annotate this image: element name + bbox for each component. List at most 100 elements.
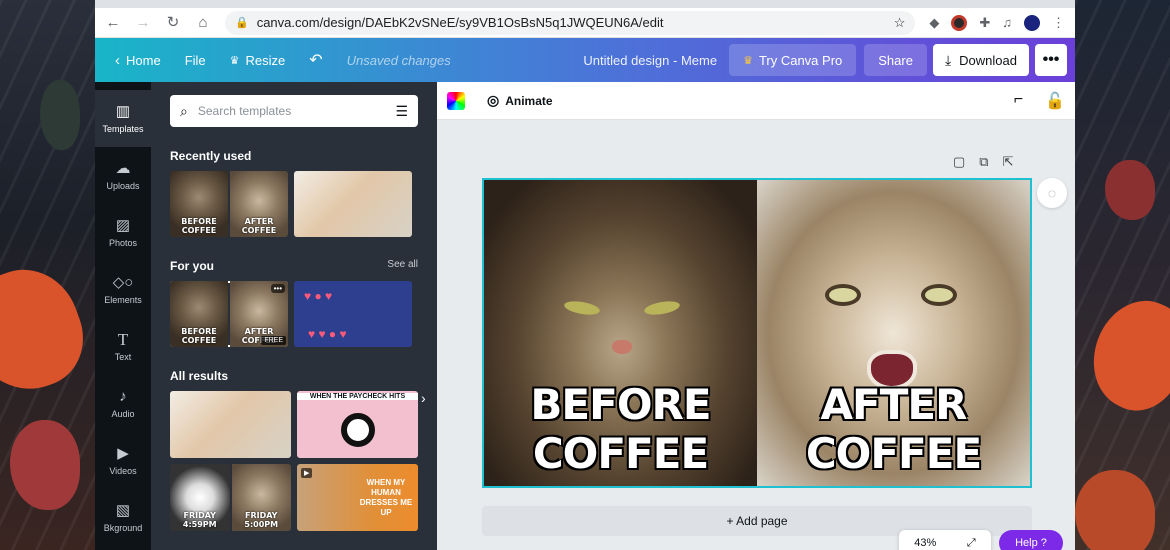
add-note-icon[interactable]: ▢ — [953, 154, 965, 170]
paint-roller-icon[interactable]: ⌐ — [1014, 91, 1023, 111]
background-art-right — [1075, 0, 1170, 550]
file-menu[interactable]: File — [173, 44, 218, 76]
caption-after-coffee[interactable]: AFTER COFFEE — [757, 380, 1030, 478]
download-button[interactable]: ⤓ Download — [932, 44, 1029, 76]
after-coffee-image[interactable]: AFTER COFFEE — [757, 180, 1030, 486]
template-thumb-paycheck[interactable]: WHEN THE PAYCHECK HITS — [297, 391, 418, 458]
all-results-heading: All results — [170, 369, 418, 383]
profile-avatar[interactable] — [1024, 14, 1040, 31]
rail-label: Photos — [108, 237, 138, 248]
rail-label: Bkground — [103, 522, 143, 533]
share-page-icon[interactable]: ⇱ — [1003, 154, 1014, 170]
extension-layers-icon[interactable]: ◆ — [929, 15, 939, 31]
chevron-left-icon: ‹ — [115, 51, 120, 69]
home-label: Home — [126, 52, 161, 68]
text-icon: T — [117, 329, 129, 349]
search-templates-input[interactable]: ⌕ Search templates ☰ — [170, 95, 418, 127]
recently-used-label: Recently used — [170, 149, 252, 163]
editor-toolbar: ◎ Animate ⌐ 🔓 — [437, 82, 1075, 120]
rail-background[interactable]: ▧ Bkground — [95, 489, 151, 546]
unsaved-status: Unsaved changes — [346, 52, 451, 68]
for-you-heading: For you See all — [170, 259, 418, 273]
template-thumb-harold[interactable] — [294, 171, 412, 237]
template-thumb-harold-result[interactable] — [170, 391, 291, 458]
media-icon[interactable]: ♫ — [1002, 15, 1012, 30]
photos-icon: ▨ — [115, 216, 131, 234]
workspace: ▥ Templates ☁ Uploads ▨ Photos ◇○ Elemen… — [95, 82, 1075, 550]
comment-icon: ◌ — [1047, 185, 1057, 201]
help-button[interactable]: Help ? — [999, 530, 1063, 550]
fullscreen-icon[interactable]: ⤢ — [967, 537, 976, 550]
caption-before-coffee[interactable]: BEFORE COFFEE — [484, 380, 757, 478]
rail-label: Uploads — [106, 180, 140, 191]
home-button[interactable]: ‹ Home — [103, 44, 173, 76]
extensions-puzzle-icon[interactable]: ✚ — [979, 15, 990, 31]
paycheck-caption: WHEN THE PAYCHECK HITS — [297, 393, 418, 400]
lock-icon: 🔒 — [235, 17, 249, 29]
rail-templates[interactable]: ▥ Templates — [95, 90, 151, 147]
thumb-caption: BEFORE COFFEE — [181, 327, 217, 345]
zoom-control[interactable]: 43% ⤢ — [899, 530, 991, 550]
rail-uploads[interactable]: ☁ Uploads — [95, 147, 151, 204]
videos-icon: ▶ — [117, 444, 129, 462]
heart-decoration: ♥ ♥ ● ♥ — [308, 327, 347, 341]
resize-button[interactable]: ♛ Resize — [218, 44, 298, 76]
address-bar: ← → ↻ ⌂ 🔒 canva.com/design/DAEbK2vSNeE/s… — [95, 8, 1075, 38]
extensions: ◆ ✚ ♫ ⋮ — [929, 14, 1065, 31]
rail-photos[interactable]: ▨ Photos — [95, 204, 151, 261]
animate-button[interactable]: ◎ Animate — [487, 92, 553, 109]
url-field[interactable]: 🔒 canva.com/design/DAEbK2vSNeE/sy9VB1OsB… — [225, 10, 916, 35]
duplicate-page-icon[interactable]: ⧉ — [979, 154, 988, 170]
thumb-caption: FRIDAY 5:00PM — [244, 511, 279, 529]
see-all-link[interactable]: See all — [387, 259, 418, 273]
free-badge: FREE — [261, 336, 286, 345]
page-tools: ▢ ⧉ ⇱ — [953, 154, 1014, 170]
undo-button[interactable]: ↶ — [297, 44, 334, 76]
rail-videos[interactable]: ▶ Videos — [95, 432, 151, 489]
cat-eye — [643, 298, 681, 318]
try-canva-pro-button[interactable]: ♛ Try Canva Pro — [729, 44, 857, 76]
template-thumb-hearts[interactable]: ♥ ● ♥ ♥ ♥ ● ♥ — [294, 281, 412, 347]
share-button[interactable]: Share — [864, 44, 927, 76]
home-icon[interactable]: ⌂ — [195, 14, 211, 31]
browser-menu-icon[interactable]: ⋮ — [1052, 15, 1065, 31]
search-icon: ⌕ — [180, 102, 188, 119]
template-thumb-coffee-meme[interactable]: BEFORE COFFEE AFTER COFFEE — [170, 171, 288, 237]
add-comment-button[interactable]: ◌ — [1037, 178, 1067, 208]
template-thumb-friday-cats[interactable]: FRIDAY 4:59PM FRIDAY 5:00PM — [170, 464, 291, 531]
upload-icon: ☁ — [115, 159, 131, 177]
color-picker-icon[interactable] — [447, 91, 465, 110]
reload-icon[interactable]: ↻ — [165, 14, 181, 31]
bookmark-star-icon[interactable]: ☆ — [894, 15, 906, 31]
recently-used-list: BEFORE COFFEE AFTER COFFEE — [170, 171, 437, 237]
before-coffee-image[interactable]: BEFORE COFFEE — [484, 180, 757, 486]
audio-icon: ♪ — [119, 387, 127, 405]
thumb-caption: BEFORE COFFEE — [181, 217, 217, 235]
browser-window: ← → ↻ ⌂ 🔒 canva.com/design/DAEbK2vSNeE/s… — [95, 0, 1075, 550]
undo-icon: ↶ — [309, 52, 323, 69]
download-icon: ⤓ — [944, 51, 952, 68]
forward-icon[interactable]: → — [135, 14, 151, 31]
side-rail: ▥ Templates ☁ Uploads ▨ Photos ◇○ Elemen… — [95, 82, 151, 550]
back-icon[interactable]: ← — [105, 14, 121, 31]
rail-text[interactable]: T Text — [95, 318, 151, 375]
filter-icon[interactable]: ☰ — [395, 103, 408, 120]
thumb-more-icon[interactable]: ••• — [270, 284, 285, 293]
design-title[interactable]: Untitled design - Meme — [583, 53, 717, 68]
background-icon: ▧ — [115, 501, 131, 519]
heart-decoration: ♥ ● ♥ — [304, 289, 333, 303]
carousel-next-icon[interactable]: › — [421, 390, 426, 406]
try-pro-label: Try Canva Pro — [758, 52, 843, 68]
lock-icon[interactable]: 🔓 — [1045, 91, 1065, 111]
more-dots-icon: ••• — [1042, 51, 1060, 68]
rail-audio[interactable]: ♪ Audio — [95, 375, 151, 432]
design-canvas[interactable]: BEFORE COFFEE AFTER COFFEE — [482, 178, 1032, 488]
rail-label: Templates — [102, 123, 144, 134]
template-thumb-coffee-meme-selected[interactable]: BEFORE COFFEE AFTER COFFEE ••• FREE — [170, 281, 288, 347]
more-options-button[interactable]: ••• — [1035, 44, 1067, 76]
extension-red-icon[interactable] — [951, 14, 968, 31]
rail-elements[interactable]: ◇○ Elements — [95, 261, 151, 318]
pug-caption: WHEN MY HUMAN DRESSES ME UP — [359, 478, 413, 517]
templates-panel: ⌕ Search templates ☰ Recently used BEFOR… — [151, 82, 447, 550]
template-thumb-pug[interactable]: WHEN MY HUMAN DRESSES ME UP ▶ — [297, 464, 418, 531]
